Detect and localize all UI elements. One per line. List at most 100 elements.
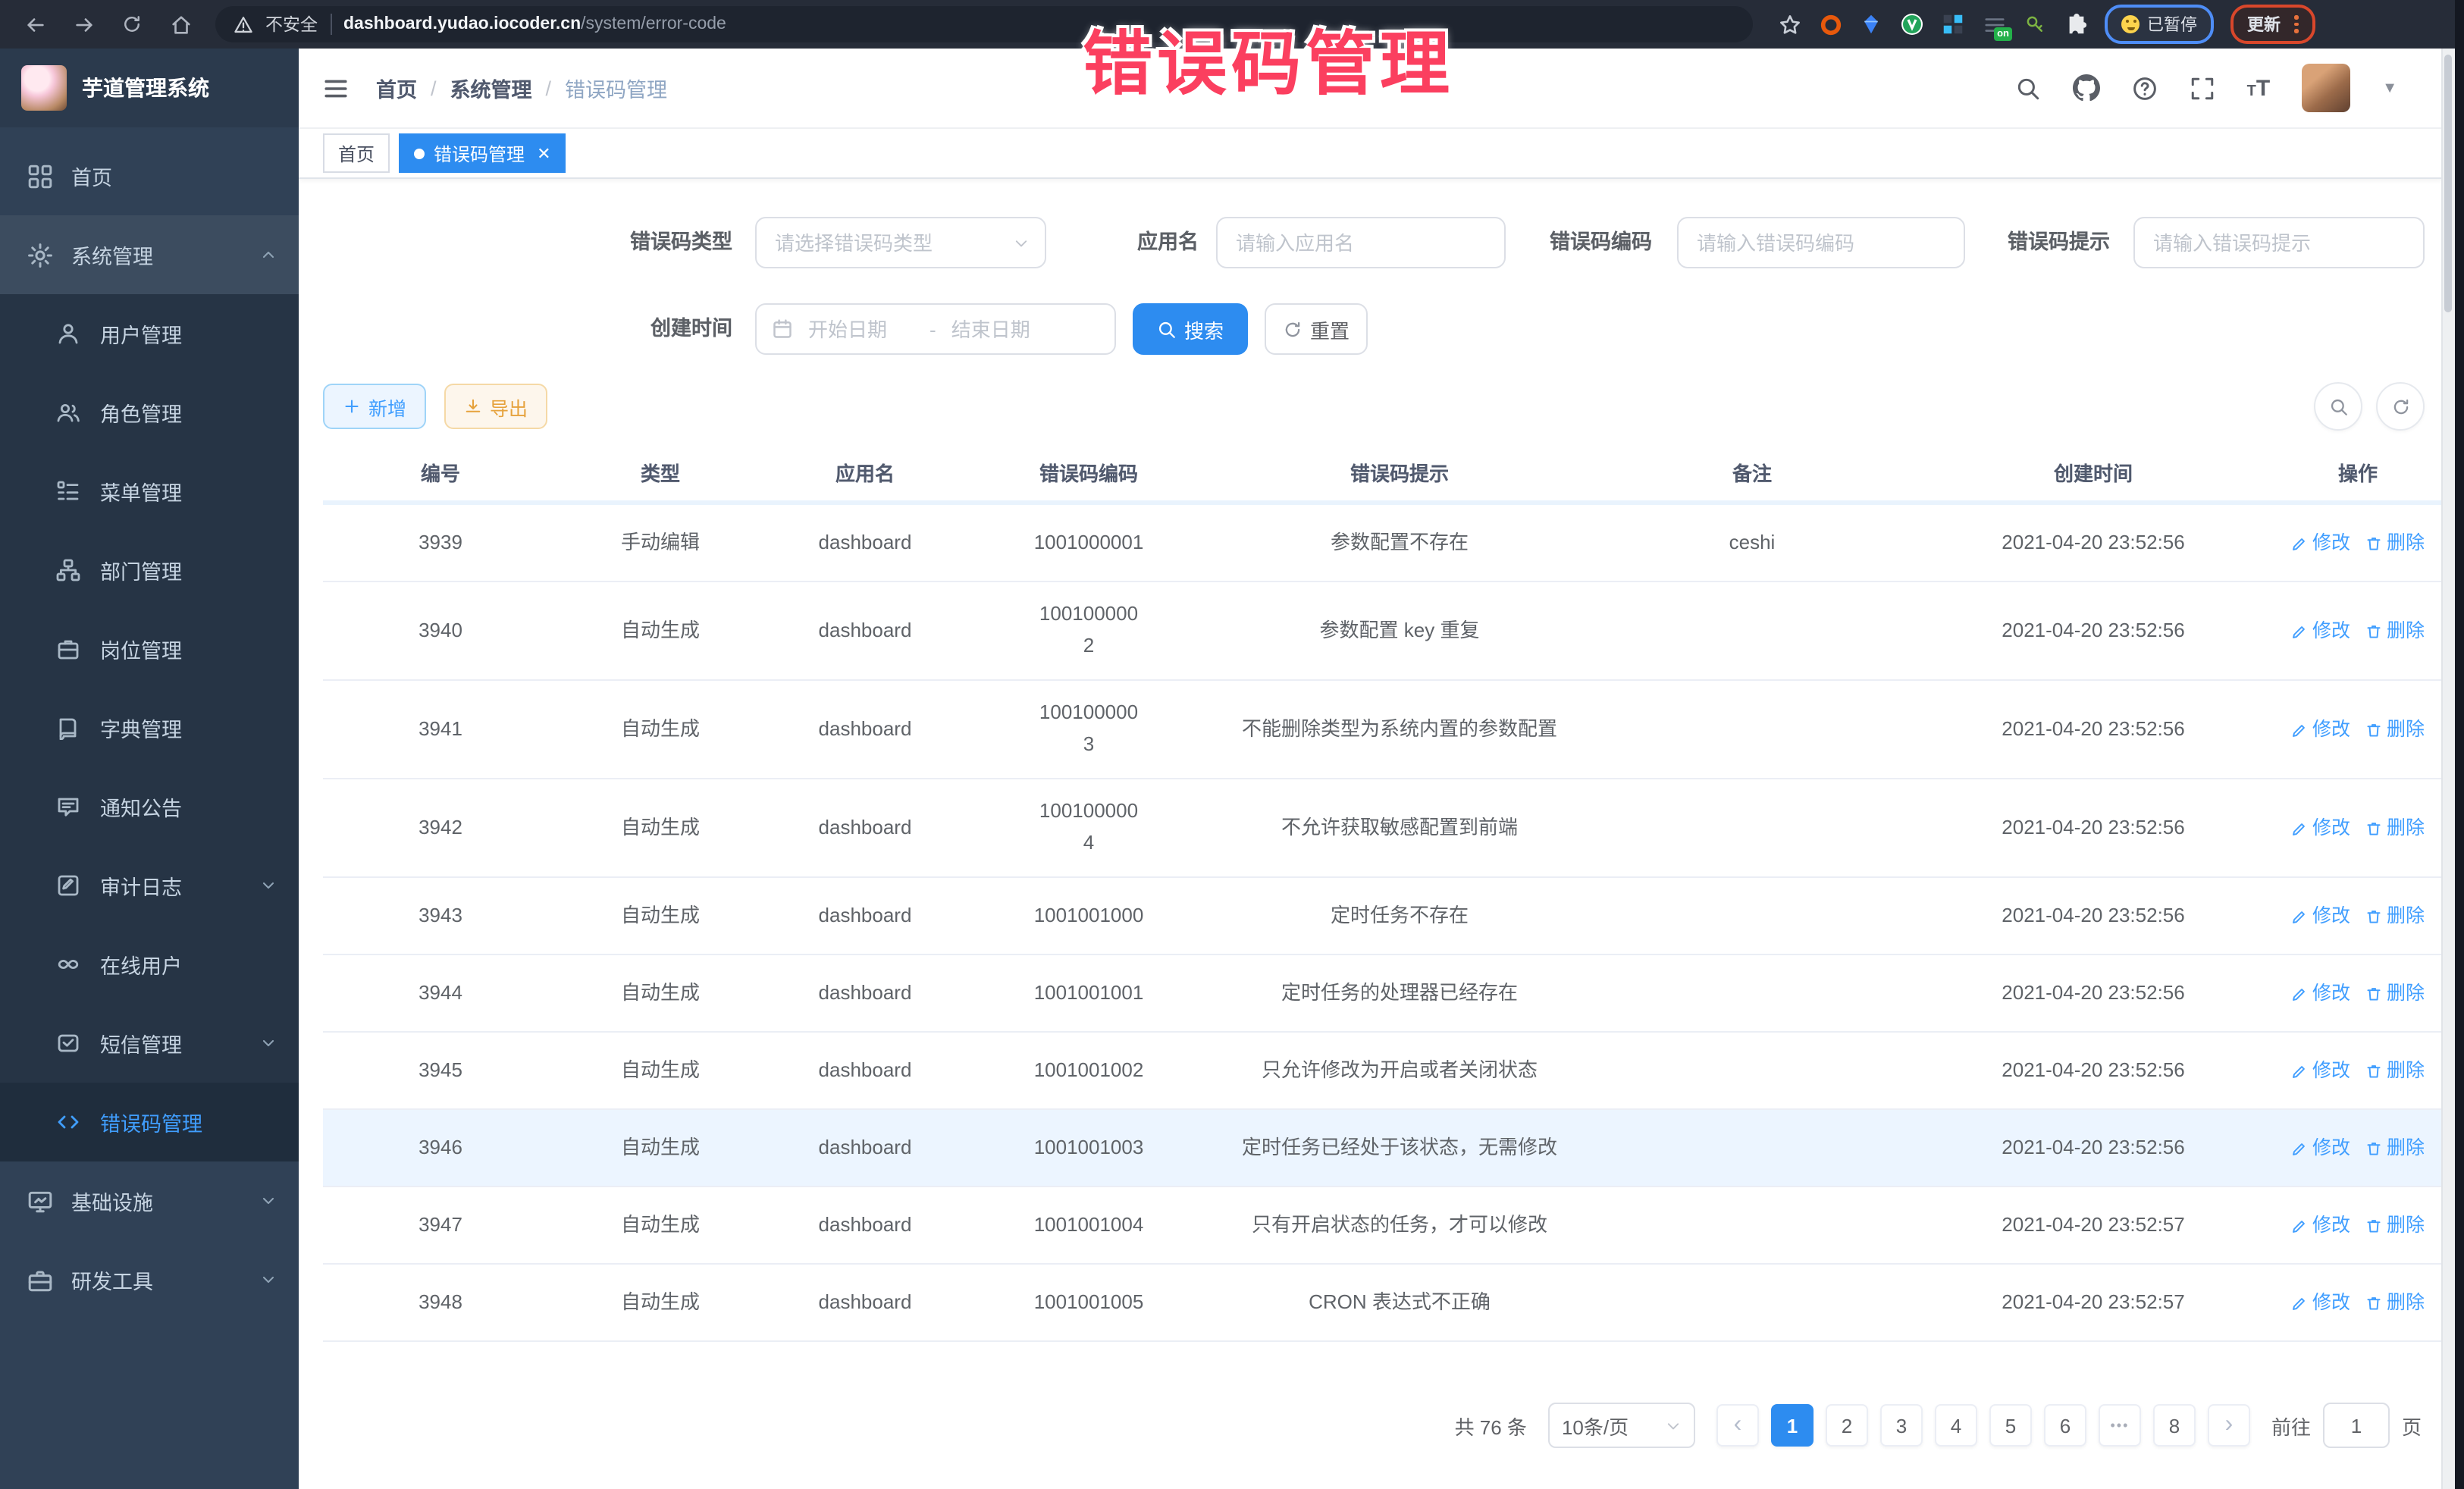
extensions-puzzle-icon[interactable]: [2064, 12, 2088, 36]
sidebar-item-menus[interactable]: 菜单管理: [0, 452, 299, 531]
browser-forward-icon[interactable]: [70, 11, 97, 38]
reset-button[interactable]: 重置: [1265, 303, 1368, 355]
app-name-input[interactable]: [1233, 230, 1489, 255]
edit-link[interactable]: 修改: [2291, 714, 2350, 744]
extension-orange-icon[interactable]: [1818, 12, 1842, 36]
help-icon[interactable]: [2132, 75, 2158, 101]
edit-link[interactable]: 修改: [2291, 813, 2350, 843]
sidebar-item-notice[interactable]: 通知公告: [0, 767, 299, 846]
browser-back-icon[interactable]: [21, 11, 49, 38]
profile-paused-badge[interactable]: 已暂停: [2105, 5, 2214, 44]
date-end-input[interactable]: [948, 316, 1061, 342]
sidebar-item-home[interactable]: 首页: [0, 136, 299, 215]
delete-link[interactable]: 删除: [2365, 1055, 2425, 1086]
refresh-table-button[interactable]: [2376, 382, 2425, 431]
user-avatar[interactable]: [2302, 64, 2350, 112]
page-size-select[interactable]: 10条/页: [1548, 1403, 1695, 1448]
tab-home[interactable]: 首页: [323, 133, 390, 173]
sidebar-item-dict[interactable]: 字典管理: [0, 688, 299, 767]
sidebar-item-sms[interactable]: 短信管理: [0, 1004, 299, 1083]
sidebar-item-system[interactable]: 系统管理: [0, 215, 299, 294]
edit-link[interactable]: 修改: [2291, 978, 2350, 1008]
error-code-input-box[interactable]: [1677, 217, 1965, 268]
browser-home-icon[interactable]: [167, 11, 194, 38]
browser-update-button[interactable]: 更新: [2230, 5, 2315, 44]
edit-link[interactable]: 修改: [2291, 901, 2350, 931]
add-button[interactable]: 新增: [323, 384, 426, 429]
header-search-icon[interactable]: [2015, 75, 2041, 101]
error-msg-input-box[interactable]: [2133, 217, 2425, 268]
url-text: dashboard.yudao.iocoder.cn/system/error-…: [343, 15, 726, 33]
sidebar-item-infra[interactable]: 基础设施: [0, 1161, 299, 1240]
font-size-icon[interactable]: TT: [2247, 77, 2271, 99]
sidebar-item-posts[interactable]: 岗位管理: [0, 610, 299, 688]
edit-link[interactable]: 修改: [2291, 1133, 2350, 1163]
delete-link[interactable]: 删除: [2365, 1133, 2425, 1163]
export-button[interactable]: 导出: [444, 384, 547, 429]
error-type-select-input[interactable]: [772, 230, 1004, 255]
delete-link[interactable]: 删除: [2365, 1210, 2425, 1240]
fullscreen-icon[interactable]: [2190, 75, 2215, 101]
hamburger-icon[interactable]: [323, 75, 349, 101]
delete-link[interactable]: 删除: [2365, 901, 2425, 931]
page-scrollbar[interactable]: [2441, 49, 2455, 1489]
search-button[interactable]: 搜索: [1133, 303, 1248, 355]
bookmark-star-icon[interactable]: [1777, 12, 1801, 36]
message-icon: [56, 794, 82, 820]
delete-link[interactable]: 删除: [2365, 813, 2425, 843]
error-code-input[interactable]: [1694, 230, 1948, 255]
page-button-1[interactable]: 1: [1771, 1404, 1814, 1447]
avatar-dropdown-icon[interactable]: ▼: [2382, 80, 2397, 96]
more-pages-button[interactable]: •••: [2099, 1404, 2141, 1447]
browser-reload-icon[interactable]: [118, 11, 146, 38]
prev-page-button[interactable]: ‹: [1716, 1404, 1759, 1447]
extension-grid-icon[interactable]: [1941, 12, 1965, 36]
date-start-input[interactable]: [805, 316, 917, 342]
error-msg-input[interactable]: [2150, 230, 2408, 255]
edit-link[interactable]: 修改: [2291, 1287, 2350, 1318]
page-button-5[interactable]: 5: [1989, 1404, 2032, 1447]
page-button-2[interactable]: 2: [1826, 1404, 1868, 1447]
breadcrumb-home[interactable]: 首页: [376, 73, 417, 103]
sidebar-item-error-code[interactable]: 错误码管理: [0, 1083, 299, 1161]
sidebar-item-dev-tools[interactable]: 研发工具: [0, 1240, 299, 1319]
show-search-icon-button[interactable]: [2314, 382, 2362, 431]
delete-link[interactable]: 删除: [2365, 616, 2425, 646]
edit-link[interactable]: 修改: [2291, 528, 2350, 558]
next-page-button[interactable]: ›: [2208, 1404, 2250, 1447]
browser-menu-icon[interactable]: [2294, 16, 2298, 33]
scrollbar-thumb[interactable]: [2444, 55, 2452, 312]
edit-link[interactable]: 修改: [2291, 616, 2350, 646]
page-button-3[interactable]: 3: [1880, 1404, 1923, 1447]
table-row: 3945自动生成dashboard1001001002只允许修改为开启或者关闭状…: [323, 1033, 2444, 1110]
delete-link[interactable]: 删除: [2365, 714, 2425, 744]
app-name-input-box[interactable]: [1216, 217, 1506, 268]
extension-switch-icon[interactable]: on: [1982, 12, 2006, 36]
page-button-6[interactable]: 6: [2044, 1404, 2086, 1447]
address-bar[interactable]: 不安全 dashboard.yudao.iocoder.cn/system/er…: [215, 6, 1753, 42]
delete-link[interactable]: 删除: [2365, 978, 2425, 1008]
date-range-picker[interactable]: -: [755, 303, 1116, 355]
chevron-down-icon: [259, 1192, 277, 1210]
delete-link[interactable]: 删除: [2365, 1287, 2425, 1318]
extension-key-icon[interactable]: [2023, 12, 2047, 36]
error-type-select[interactable]: [755, 217, 1046, 268]
sidebar-item-departments[interactable]: 部门管理: [0, 531, 299, 610]
close-tab-icon[interactable]: ✕: [537, 143, 550, 163]
goto-page-input[interactable]: [2323, 1403, 2390, 1448]
warning-icon: [234, 14, 253, 34]
edit-link[interactable]: 修改: [2291, 1055, 2350, 1086]
delete-link[interactable]: 删除: [2365, 528, 2425, 558]
extension-gem-icon[interactable]: [1859, 12, 1883, 36]
page-button-4[interactable]: 4: [1935, 1404, 1977, 1447]
breadcrumb-system[interactable]: 系统管理: [450, 73, 532, 103]
sidebar-item-roles[interactable]: 角色管理: [0, 373, 299, 452]
tab-error-code[interactable]: 错误码管理✕: [399, 133, 566, 173]
sidebar-item-audit-log[interactable]: 审计日志: [0, 846, 299, 925]
github-icon[interactable]: [2073, 74, 2100, 102]
sidebar-item-users[interactable]: 用户管理: [0, 294, 299, 373]
page-button-8[interactable]: 8: [2153, 1404, 2196, 1447]
sidebar-item-online-users[interactable]: 在线用户: [0, 925, 299, 1004]
extension-green-icon[interactable]: [1900, 12, 1924, 36]
edit-link[interactable]: 修改: [2291, 1210, 2350, 1240]
